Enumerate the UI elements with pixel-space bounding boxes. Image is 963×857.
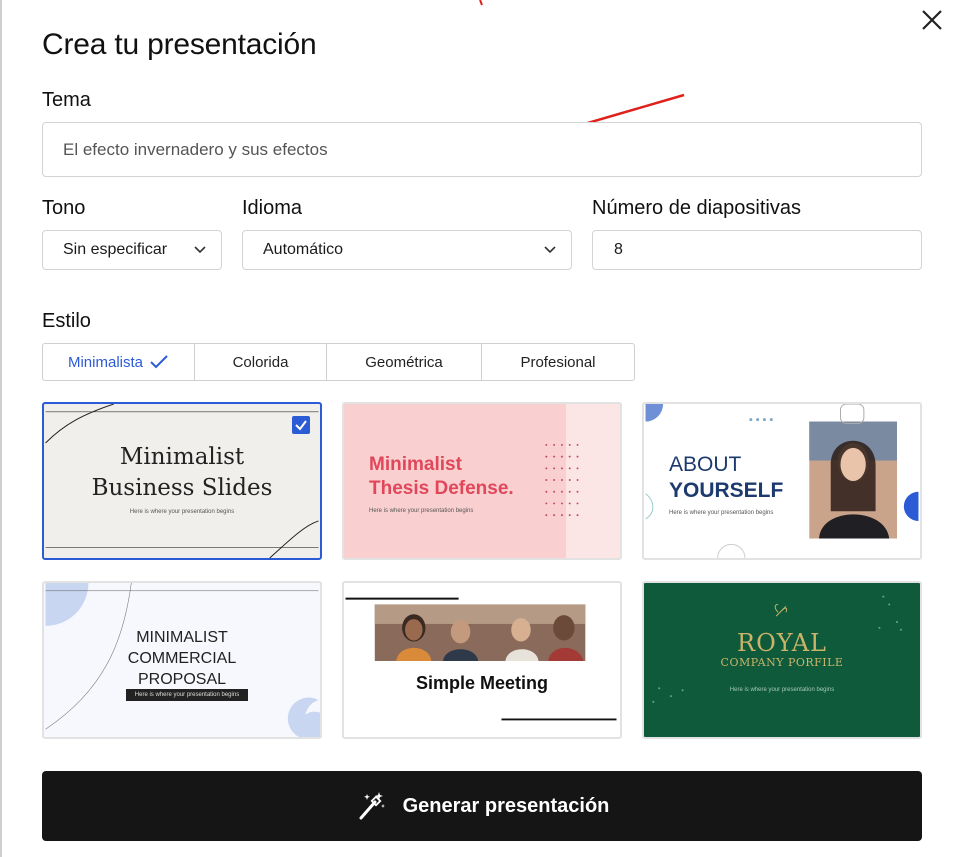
idioma-value: Automático [263,241,344,258]
diapositivas-input[interactable]: 8 [592,230,922,270]
card6-title-line2: COMPANY PORFILE [720,656,844,669]
template-card-about-yourself[interactable]: ABOUT YOURSELF Here is where your presen… [642,402,922,560]
card1-title-line1: Minimalist [119,444,245,470]
tab-minimalista-label: Minimalista [67,353,143,371]
card3-title-line1: ABOUT [669,453,742,476]
chevron-down-icon [544,246,556,254]
idioma-label: Idioma [242,197,303,219]
card5-photo [345,597,617,721]
selected-check-icon [292,416,310,434]
idioma-select[interactable]: Automático [242,230,572,270]
card4-title-line3: PROPOSAL [137,671,227,688]
tab-profesional-label: Profesional [520,353,596,371]
template-card-thesis-defense[interactable]: Minimalist Thesis Defense. Here is where… [342,402,622,560]
tono-label: Tono [42,197,86,219]
diapositivas-label: Número de diapositivas [592,197,801,219]
estilo-label: Estilo [42,310,91,332]
card1-subtitle: Here is where your presentation begins [129,509,235,515]
card2-title-line2: Thesis Defense. [369,478,514,499]
generate-button-label: Generar presentación [402,794,610,817]
card3-subtitle: Here is where your presentation begins [669,510,774,516]
chevron-down-icon [194,246,206,254]
tema-label: Tema [42,89,91,111]
card4-subtitle: Here is where your presentation begins [126,689,248,701]
card2-title-line1: Minimalist [369,454,462,475]
close-icon[interactable] [918,6,946,34]
tab-profesional[interactable]: Profesional [482,344,634,380]
card6-subtitle: Here is where your presentation begins [729,687,835,693]
card1-title-line2: Business Slides [91,475,273,501]
template-card-commercial-proposal[interactable]: MINIMALIST COMMERCIAL PROPOSAL Here is w… [42,581,322,739]
tono-value: Sin especificar [63,241,168,258]
diapositivas-value: 8 [614,241,623,258]
card3-title-line2: YOURSELF [669,479,784,502]
card4-title-line2: COMMERCIAL [127,650,237,667]
generate-button[interactable]: Generar presentación [42,771,922,841]
window-edge [0,0,2,857]
check-icon [150,355,168,369]
template-card-simple-meeting[interactable]: Simple Meeting [342,581,622,739]
tema-input[interactable]: El efecto invernadero y sus efectos [42,122,922,177]
tono-select[interactable]: Sin especificar [42,230,222,270]
template-card-minimalist-business[interactable]: Minimalist Business Slides Here is where… [42,402,322,560]
card5-title: Simple Meeting [415,673,549,693]
dialog-title: Crea tu presentación [42,28,317,61]
tab-geometrica[interactable]: Geométrica [327,344,482,380]
tab-colorida-label: Colorida [232,353,289,371]
card2-subtitle: Here is where your presentation begins [369,508,474,514]
tema-value: El efecto invernadero y sus efectos [63,139,328,159]
card6-title-line1: ROYAL [737,629,827,657]
magic-wand-icon [359,792,385,820]
estilo-tabs: Minimalista Colorida Geométrica Profesio… [42,343,635,381]
tab-colorida[interactable]: Colorida [195,344,327,380]
tab-geometrica-label: Geométrica [365,353,443,371]
card4-title-line1: MINIMALIST [136,629,228,646]
tab-minimalista[interactable]: Minimalista [43,344,195,380]
template-card-royal-company[interactable]: ROYAL COMPANY PORFILE Here is where your… [642,581,922,739]
